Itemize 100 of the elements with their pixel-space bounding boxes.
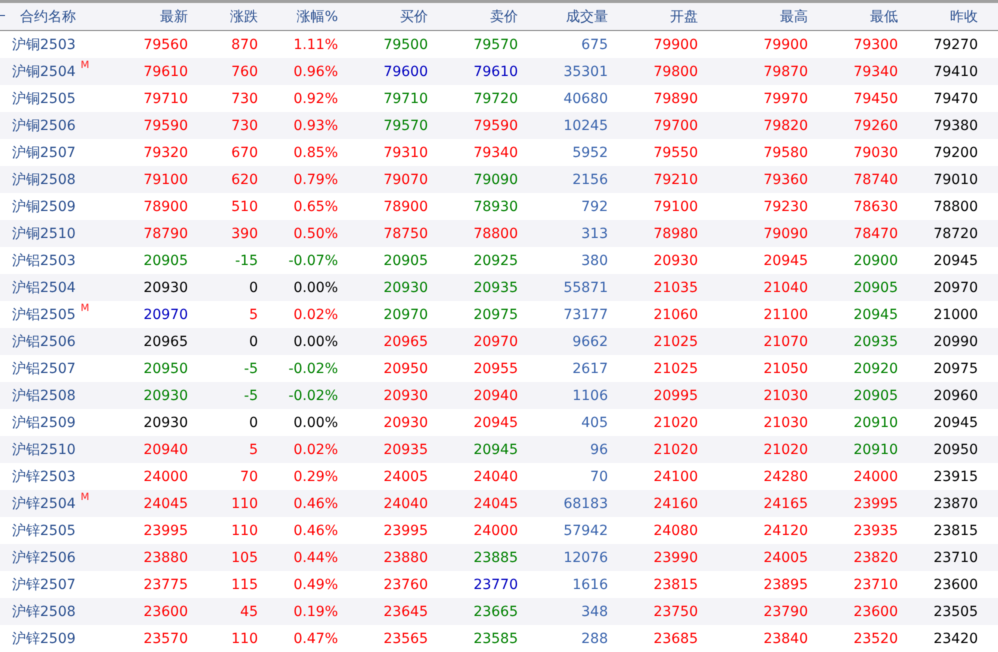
table-cell-text: 12076 xyxy=(562,550,608,566)
table-cell-text: 792 xyxy=(580,198,608,214)
table-cell-text: 20935 xyxy=(852,334,898,350)
table-cell-text: 730 xyxy=(230,118,258,134)
contract-name[interactable]: 沪铝2506 xyxy=(12,332,76,350)
column-header[interactable]: 成交量 xyxy=(518,8,608,26)
table-cell-text: 79590 xyxy=(472,118,518,134)
contract-name[interactable]: 沪铜2503 xyxy=(12,36,76,54)
contract-name[interactable]: 沪铝2505 xyxy=(12,306,76,324)
table-cell-text: 24120 xyxy=(762,522,808,538)
table-cell-text: 20925 xyxy=(472,252,518,268)
contract-name[interactable]: 沪锌2504 xyxy=(12,494,76,512)
contract-name[interactable]: 沪锌2506 xyxy=(12,548,76,566)
table-cell-text: 79590 xyxy=(142,118,188,134)
table-cell-text: 20930 xyxy=(142,280,188,296)
contract-name[interactable]: 沪铜2508 xyxy=(12,170,76,188)
table-cell-text: 40680 xyxy=(562,90,608,106)
table-cell-text: 24005 xyxy=(382,468,428,484)
contract-name[interactable]: 沪铝2508 xyxy=(12,386,76,404)
table-cell-text: 24080 xyxy=(652,522,698,538)
table-cell-text: 20935 xyxy=(382,442,428,458)
table-cell-text: 79900 xyxy=(762,36,808,52)
table-cell-text: 0.19% xyxy=(292,604,338,620)
contract-name[interactable]: 沪铝2509 xyxy=(12,414,76,432)
table-cell-text: 79610 xyxy=(472,64,518,80)
contract-name[interactable]: 沪铝2510 xyxy=(12,440,76,458)
table-cell-text: 0.49% xyxy=(292,576,338,592)
contract-name[interactable]: 沪铜2506 xyxy=(12,116,76,134)
table-cell-text: 79100 xyxy=(652,198,698,214)
table-cell-text: 23585 xyxy=(472,630,518,646)
table-cell-text: 0.46% xyxy=(292,496,338,512)
table-cell-text: 21100 xyxy=(762,306,808,322)
table-cell-text: 23600 xyxy=(932,576,978,592)
column-header[interactable]: 最高 xyxy=(698,8,808,26)
contract-name[interactable]: 沪铜2505 xyxy=(12,90,76,108)
column-header[interactable]: 昨收 xyxy=(898,8,978,26)
table-cell-text: 1106 xyxy=(571,388,608,404)
table-cell-text: 0.29% xyxy=(292,468,338,484)
table-cell-text: 0.96% xyxy=(292,64,338,80)
table-cell-text: 5952 xyxy=(571,144,608,160)
column-header[interactable]: 开盘 xyxy=(608,8,698,26)
contract-name[interactable]: 沪锌2503 xyxy=(12,468,76,486)
table-cell-text: 0.85% xyxy=(292,144,338,160)
table-cell-text: 79700 xyxy=(652,118,698,134)
table-cell-text: 23420 xyxy=(932,630,978,646)
table-cell-text: 390 xyxy=(230,226,258,242)
column-header[interactable]: 合约名称 xyxy=(0,8,120,26)
contract-name[interactable]: 沪锌2505 xyxy=(12,522,76,540)
table-cell-text: 78900 xyxy=(382,198,428,214)
table-cell-text: 23995 xyxy=(852,496,898,512)
table-cell-text: 23710 xyxy=(852,576,898,592)
table-cell-text: 23685 xyxy=(652,630,698,646)
contract-name[interactable]: 沪锌2508 xyxy=(12,602,76,620)
table-cell-text: 23815 xyxy=(932,522,978,538)
table-cell-text: 2156 xyxy=(571,172,608,188)
table-cell-text: 20930 xyxy=(382,414,428,430)
table-cell-text: 23880 xyxy=(142,550,188,566)
contract-name[interactable]: 沪铜2509 xyxy=(12,198,76,216)
contract-name[interactable]: 沪锌2509 xyxy=(12,630,76,648)
contract-name[interactable]: 沪铝2504 xyxy=(12,278,76,296)
table-cell-text: -0.02% xyxy=(287,360,338,376)
table-cell-text: 23895 xyxy=(762,576,808,592)
table-cell-text: 23840 xyxy=(762,630,808,646)
table-cell-text: 1616 xyxy=(571,576,608,592)
table-cell-text: 20930 xyxy=(142,388,188,404)
table-cell-text: 70 xyxy=(589,468,608,484)
table-cell-text: 870 xyxy=(230,36,258,52)
table-cell-text: 78800 xyxy=(932,198,978,214)
column-header[interactable]: 涨幅% xyxy=(258,8,338,26)
column-header[interactable]: 买价 xyxy=(338,8,428,26)
column-header[interactable]: 涨跌 xyxy=(188,8,258,26)
table-cell-text: 78630 xyxy=(852,198,898,214)
column-header[interactable]: 卖价 xyxy=(428,8,518,26)
contract-name[interactable]: 沪铜2504 xyxy=(12,62,76,80)
contract-name[interactable]: 沪铝2507 xyxy=(12,360,76,378)
contract-name[interactable]: 沪铜2507 xyxy=(12,144,76,162)
table-cell-text: 0 xyxy=(248,414,258,430)
table-cell-text: 79870 xyxy=(762,64,808,80)
contract-name[interactable]: 沪铜2510 xyxy=(12,224,76,242)
table-cell-text: 21030 xyxy=(762,414,808,430)
contract-name[interactable]: 沪锌2507 xyxy=(12,576,76,594)
table-cell-text: 20965 xyxy=(382,334,428,350)
table-cell-text: 0.65% xyxy=(292,198,338,214)
table-cell-text: 78740 xyxy=(852,172,898,188)
table-cell-text: 21020 xyxy=(652,442,698,458)
table-cell-text: 24000 xyxy=(142,468,188,484)
table-cell-text: 0.02% xyxy=(292,442,338,458)
table-cell-text: 79340 xyxy=(472,144,518,160)
contract-name[interactable]: 沪铝2503 xyxy=(12,252,76,270)
table-cell-text: 79300 xyxy=(852,36,898,52)
table-cell-text: 79580 xyxy=(762,144,808,160)
table-cell-text: 20970 xyxy=(142,306,188,322)
table-cell-text: 79260 xyxy=(852,118,898,134)
column-header[interactable]: 最低 xyxy=(808,8,898,26)
table-cell-text: 20900 xyxy=(852,252,898,268)
table-cell-text: 5 xyxy=(248,442,258,458)
column-header[interactable]: 最新 xyxy=(120,8,188,26)
table-cell-text: 79230 xyxy=(762,198,808,214)
table-cell-text: 23995 xyxy=(382,522,428,538)
table-cell-text: 78790 xyxy=(142,226,188,242)
